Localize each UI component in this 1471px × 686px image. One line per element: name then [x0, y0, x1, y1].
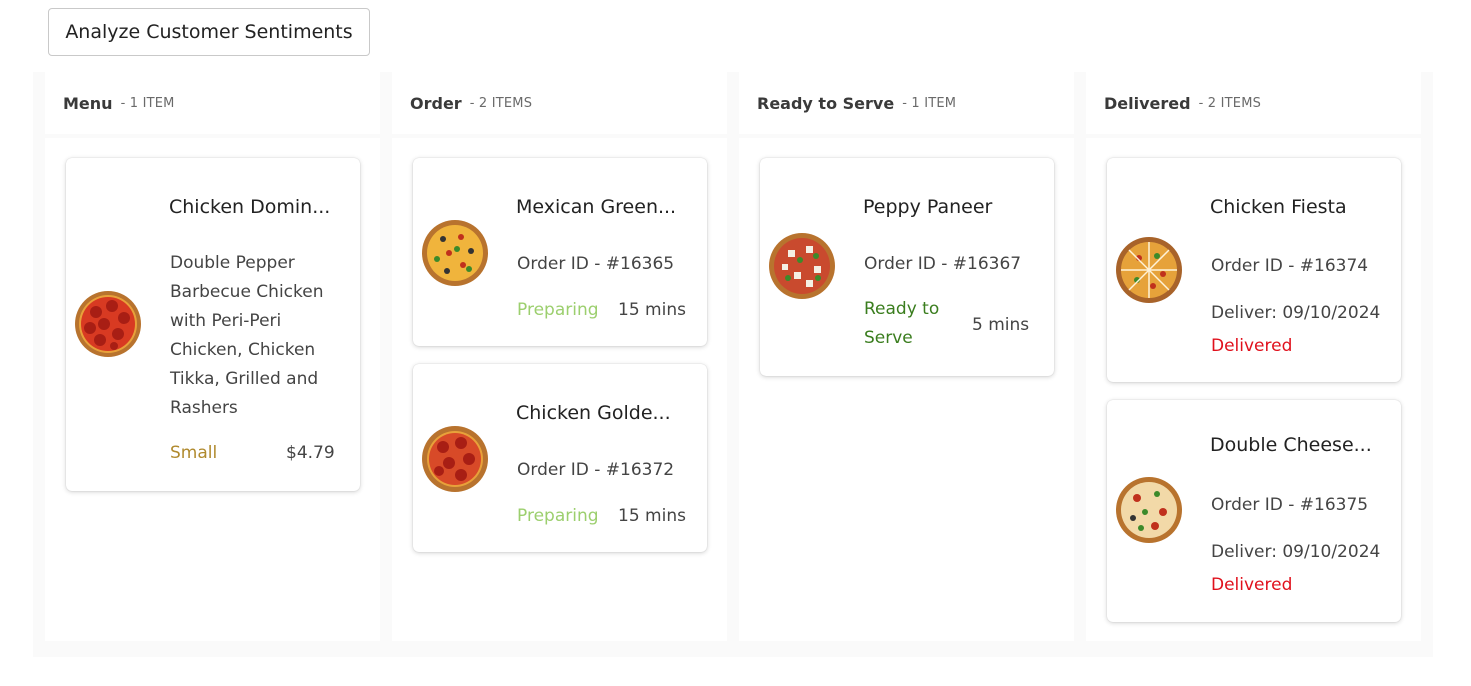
column-body-delivered: Chicken Fiesta Order ID - #16374 Deliver… [1086, 138, 1421, 641]
status-label: Delivered [1211, 336, 1293, 356]
column-header-menu: Menu - 1 ITEM [45, 72, 380, 134]
kanban-board: Menu - 1 ITEM Chicken Domin... Double Pe… [33, 72, 1433, 657]
order-id: Order ID - #16365 [517, 254, 675, 274]
deliver-date: Deliver: 09/10/2024 [1211, 542, 1381, 562]
veggie-pizza-image [422, 220, 488, 286]
column-count: - 1 ITEM [902, 95, 957, 111]
column-count: - 2 ITEMS [469, 95, 533, 111]
delivered-card[interactable]: Double Cheese... Order ID - #16375 Deliv… [1107, 400, 1401, 622]
time-label: 5 mins [972, 315, 1030, 335]
order-id: Order ID - #16372 [517, 460, 675, 480]
pepperoni-pizza-image [75, 291, 141, 357]
analyze-sentiments-button[interactable]: Analyze Customer Sentiments [48, 8, 370, 56]
ready-card[interactable]: Peppy Paneer Order ID - #16367 Ready to … [760, 158, 1054, 376]
order-card[interactable]: Chicken Golde... Order ID - #16372 Prepa… [413, 364, 707, 552]
column-header-order: Order - 2 ITEMS [392, 72, 727, 134]
card-title: Chicken Fiesta [1210, 196, 1347, 218]
deliver-date: Deliver: 09/10/2024 [1211, 303, 1381, 323]
card-title: Chicken Golde... [516, 402, 671, 424]
time-label: 15 mins [618, 506, 686, 526]
column-body-order: Mexican Green... Order ID - #16365 Prepa… [392, 138, 727, 641]
price-label: $4.79 [286, 443, 335, 463]
column-title: Menu [63, 93, 113, 113]
column-body-menu: Chicken Domin... Double Pepper Barbecue … [45, 138, 380, 641]
status-label: Ready to Serve [864, 299, 940, 348]
order-id: Order ID - #16375 [1211, 495, 1369, 515]
card-title: Peppy Paneer [863, 196, 993, 218]
status-label: Preparing [517, 506, 599, 526]
card-title: Chicken Domin... [169, 196, 331, 218]
menu-card[interactable]: Chicken Domin... Double Pepper Barbecue … [66, 158, 360, 491]
status-label: Preparing [517, 300, 599, 320]
paneer-pizza-image [769, 233, 835, 299]
time-label: 15 mins [618, 300, 686, 320]
card-description: Double Pepper Barbecue Chicken with Peri… [170, 253, 324, 418]
column-title: Delivered [1104, 93, 1191, 113]
column-count: - 2 ITEMS [1198, 95, 1262, 111]
column-title: Order [410, 93, 462, 113]
order-id: Order ID - #16367 [864, 254, 1022, 274]
order-id: Order ID - #16374 [1211, 256, 1369, 276]
order-card[interactable]: Mexican Green... Order ID - #16365 Prepa… [413, 158, 707, 346]
column-title: Ready to Serve [757, 93, 895, 113]
column-body-ready: Peppy Paneer Order ID - #16367 Ready to … [739, 138, 1074, 641]
status-label: Delivered [1211, 575, 1293, 595]
column-header-delivered: Delivered - 2 ITEMS [1086, 72, 1421, 134]
delivered-card[interactable]: Chicken Fiesta Order ID - #16374 Deliver… [1107, 158, 1401, 382]
size-label: Small [170, 443, 218, 463]
pepperoni-pizza-image [422, 426, 488, 492]
column-header-ready: Ready to Serve - 1 ITEM [739, 72, 1074, 134]
card-title: Mexican Green... [516, 196, 677, 218]
sliced-pizza-image [1116, 237, 1182, 303]
cheese-pizza-image [1116, 477, 1182, 543]
card-title: Double Cheese... [1210, 434, 1372, 456]
column-count: - 1 ITEM [120, 95, 175, 111]
